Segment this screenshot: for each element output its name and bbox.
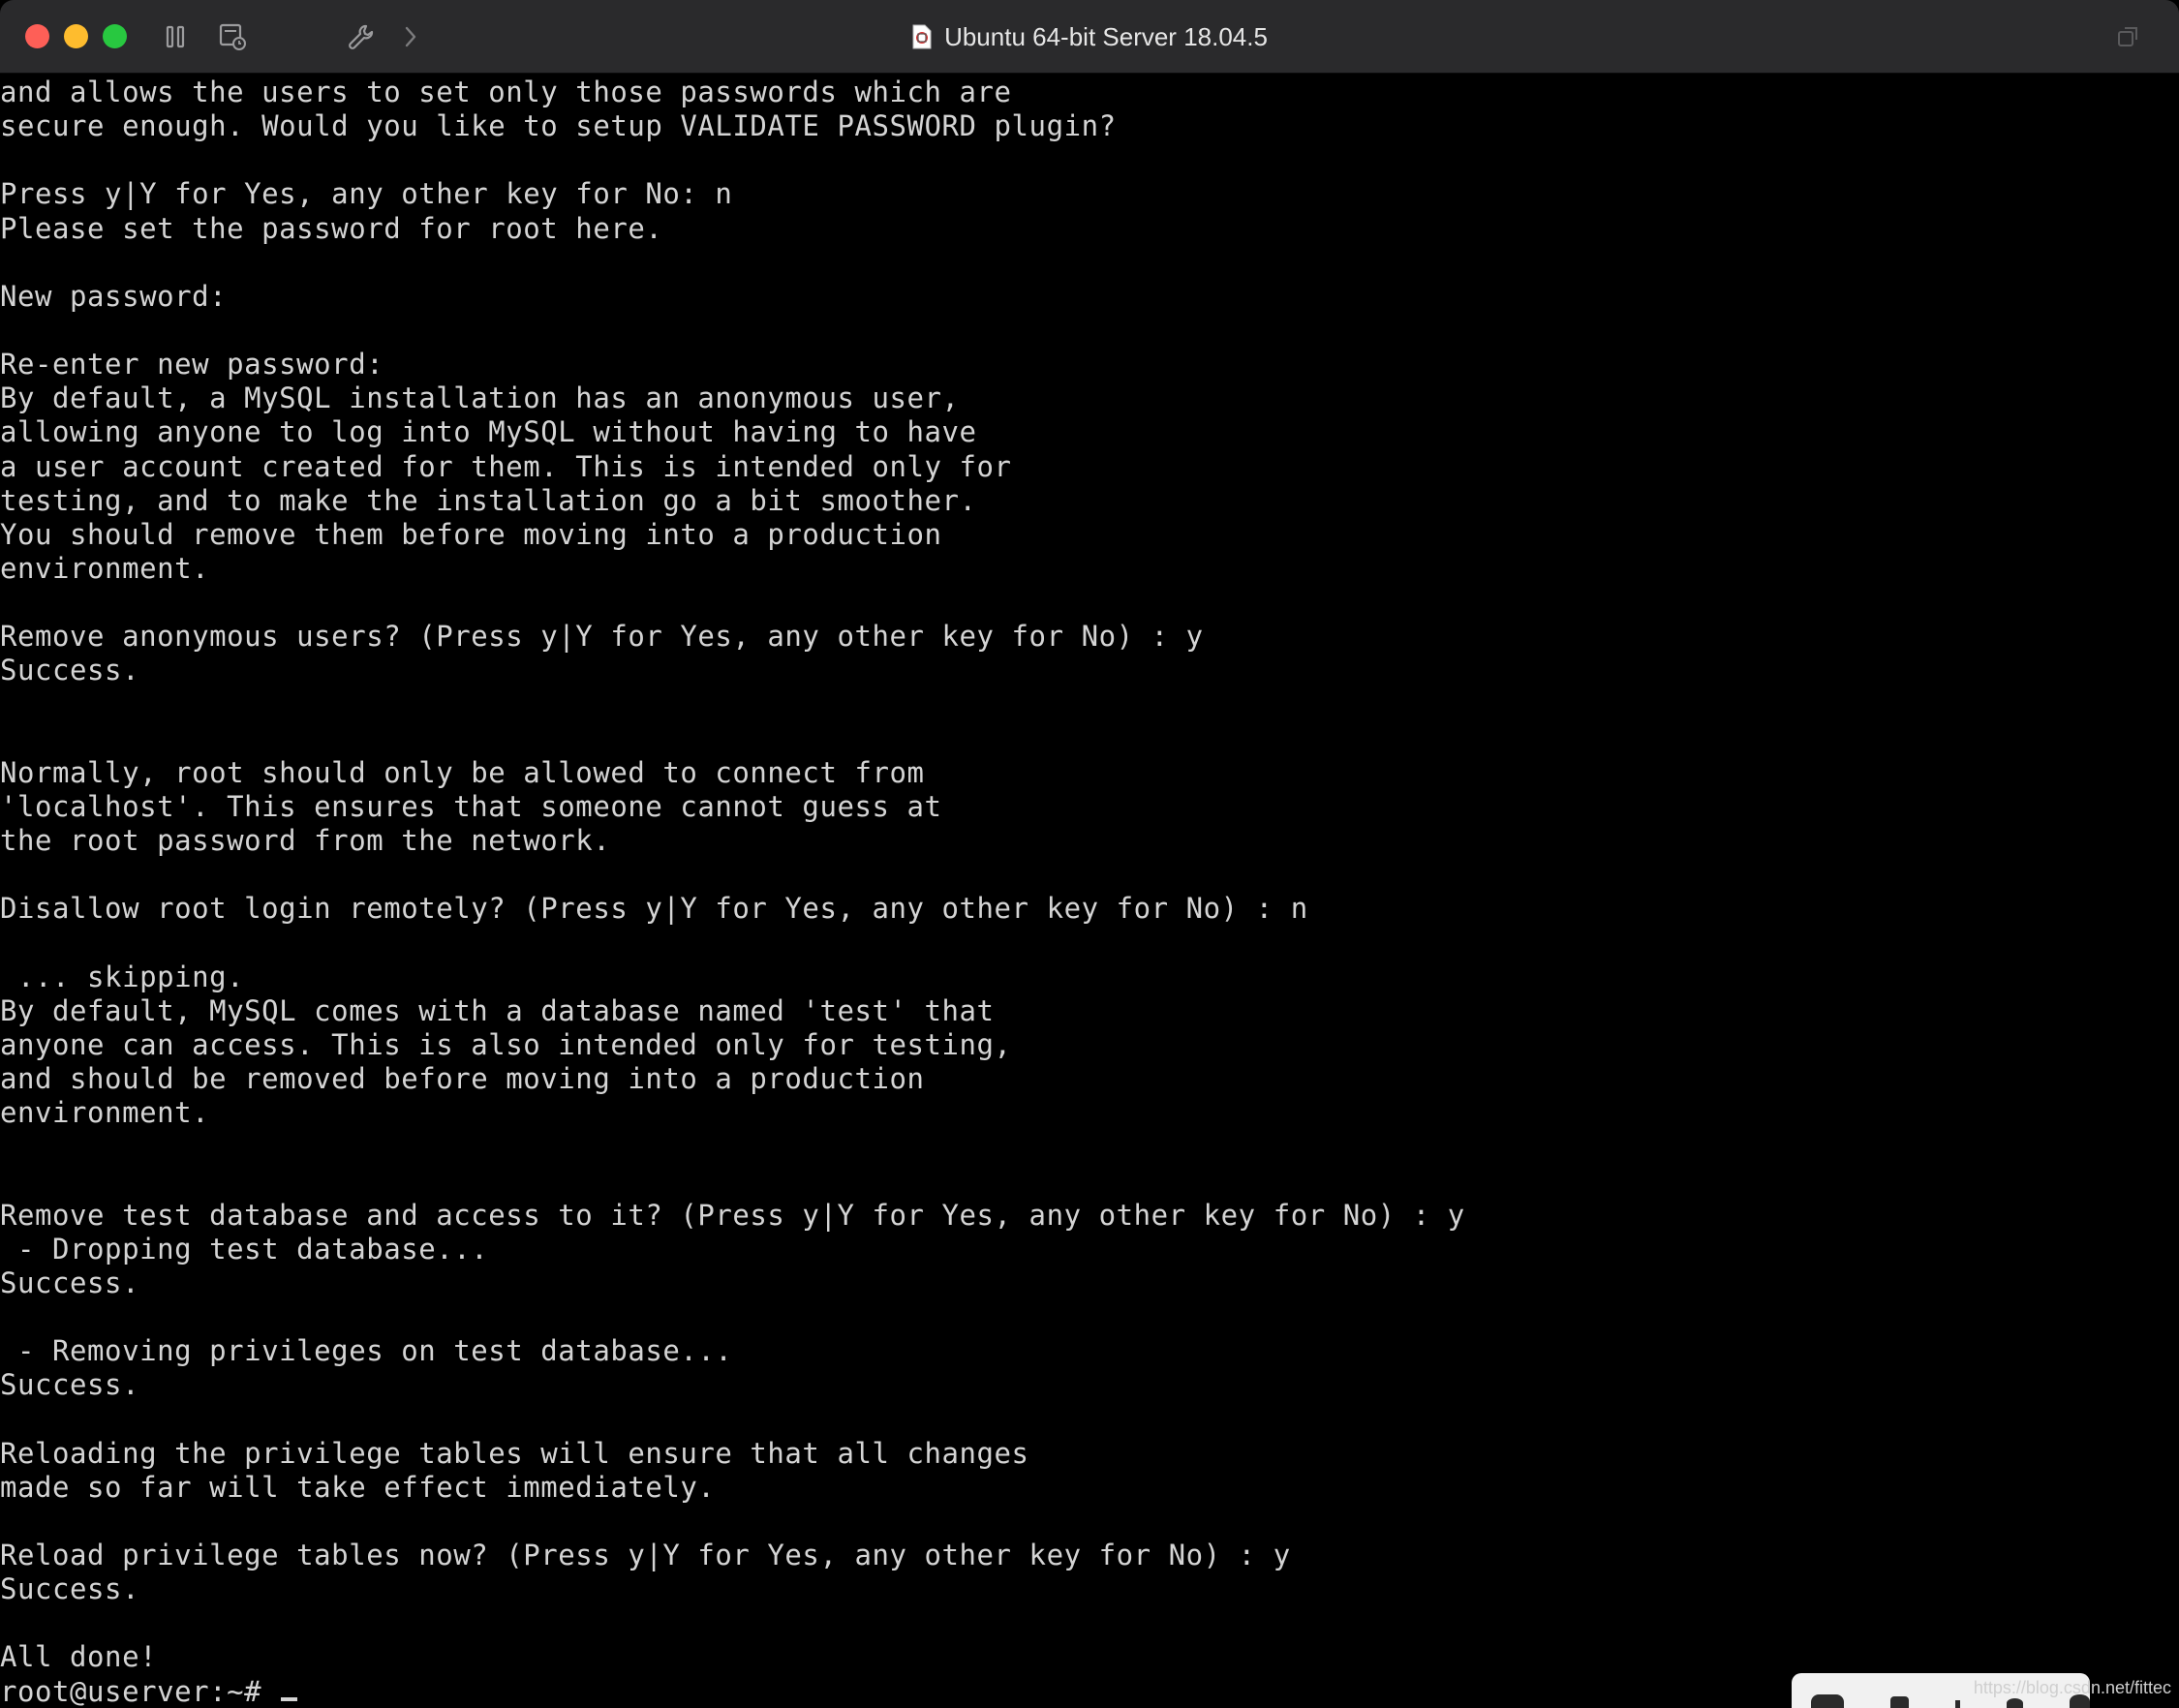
pause-icon[interactable] <box>163 19 188 54</box>
terminal-line: secure enough. Would you like to setup V… <box>0 109 1117 143</box>
terminal-line: allowing anyone to log into MySQL withou… <box>0 415 977 449</box>
terminal-line: a user account created for them. This is… <box>0 449 1012 483</box>
forward-chevron-icon[interactable] <box>399 19 422 54</box>
full-screen-toggle-icon[interactable] <box>2117 25 2140 48</box>
terminal-line: environment. <box>0 551 210 585</box>
terminal-line: By default, a MySQL installation has an … <box>0 381 960 415</box>
terminal-line: Success. <box>0 1572 140 1606</box>
terminal-line: the root password from the network. <box>0 824 611 858</box>
terminal-line: - Dropping test database... <box>0 1232 489 1266</box>
terminal-line: ... skipping. <box>0 960 245 993</box>
terminal-line: and should be removed before moving into… <box>0 1062 925 1096</box>
terminal-line: New password: <box>0 279 228 313</box>
toolbar-item-icon[interactable] <box>1955 1700 1961 1708</box>
terminal-line: Remove anonymous users? (Press y|Y for Y… <box>0 620 1204 654</box>
terminal-line: Normally, root should only be allowed to… <box>0 755 925 789</box>
terminal-line: environment. <box>0 1096 210 1130</box>
terminal-line: Press y|Y for Yes, any other key for No:… <box>0 177 733 211</box>
watermark-text: https://blog.csdn.net/fittec <box>1973 1678 2171 1697</box>
terminal-line: made so far will take effect immediately… <box>0 1470 716 1504</box>
terminal-line: anyone can access. This is also intended… <box>0 1027 1012 1061</box>
terminal-line: You should remove them before moving int… <box>0 517 942 551</box>
terminal-line: All done! <box>0 1640 158 1674</box>
terminal-line: Reload privilege tables now? (Press y|Y … <box>0 1539 1291 1572</box>
text-cursor <box>281 1696 298 1701</box>
terminal-console[interactable]: and allows the users to set only those p… <box>0 74 2179 1708</box>
close-window-button[interactable] <box>25 24 49 48</box>
shell-prompt: root@userver:~# <box>0 1674 280 1708</box>
terminal-line: Please set the password for root here. <box>0 211 663 245</box>
terminal-line: Success. <box>0 1266 140 1299</box>
terminal-line: Reloading the privilege tables will ensu… <box>0 1436 1029 1470</box>
settings-wrench-icon[interactable] <box>345 19 378 54</box>
terminal-line: Success. <box>0 1368 140 1402</box>
snapshot-icon[interactable] <box>217 19 248 54</box>
window-title-area: Ubuntu 64-bit Server 18.04.5 <box>0 0 2179 74</box>
terminal-line: Success. <box>0 654 140 687</box>
vm-document-icon <box>911 23 933 50</box>
toolbar-item-icon[interactable] <box>1811 1694 1845 1708</box>
minimize-window-button[interactable] <box>64 24 88 48</box>
window-title: Ubuntu 64-bit Server 18.04.5 <box>944 21 1268 51</box>
terminal-line: and allows the users to set only those p… <box>0 76 1012 108</box>
terminal-line: Disallow root login remotely? (Press y|Y… <box>0 892 1308 926</box>
title-bar[interactable]: Ubuntu 64-bit Server 18.04.5 <box>0 0 2179 74</box>
terminal-output: and allows the users to set only those p… <box>0 76 1465 1708</box>
maximize-window-button[interactable] <box>103 24 127 48</box>
toolbar-item-icon[interactable] <box>2007 1698 2024 1708</box>
terminal-line: Remove test database and access to it? (… <box>0 1198 1465 1232</box>
terminal-line: Re-enter new password: <box>0 348 384 381</box>
terminal-line: 'localhost'. This ensures that someone c… <box>0 789 942 823</box>
toolbar-item-icon[interactable] <box>1890 1696 1910 1708</box>
terminal-line: By default, MySQL comes with a database … <box>0 993 995 1027</box>
shell-prompt-line[interactable]: root@userver:~# <box>0 1675 1465 1708</box>
terminal-line: testing, and to make the installation go… <box>0 483 977 517</box>
terminal-line: - Removing privileges on test database..… <box>0 1334 733 1368</box>
vm-window: Ubuntu 64-bit Server 18.04.5 and allows … <box>0 0 2179 1708</box>
